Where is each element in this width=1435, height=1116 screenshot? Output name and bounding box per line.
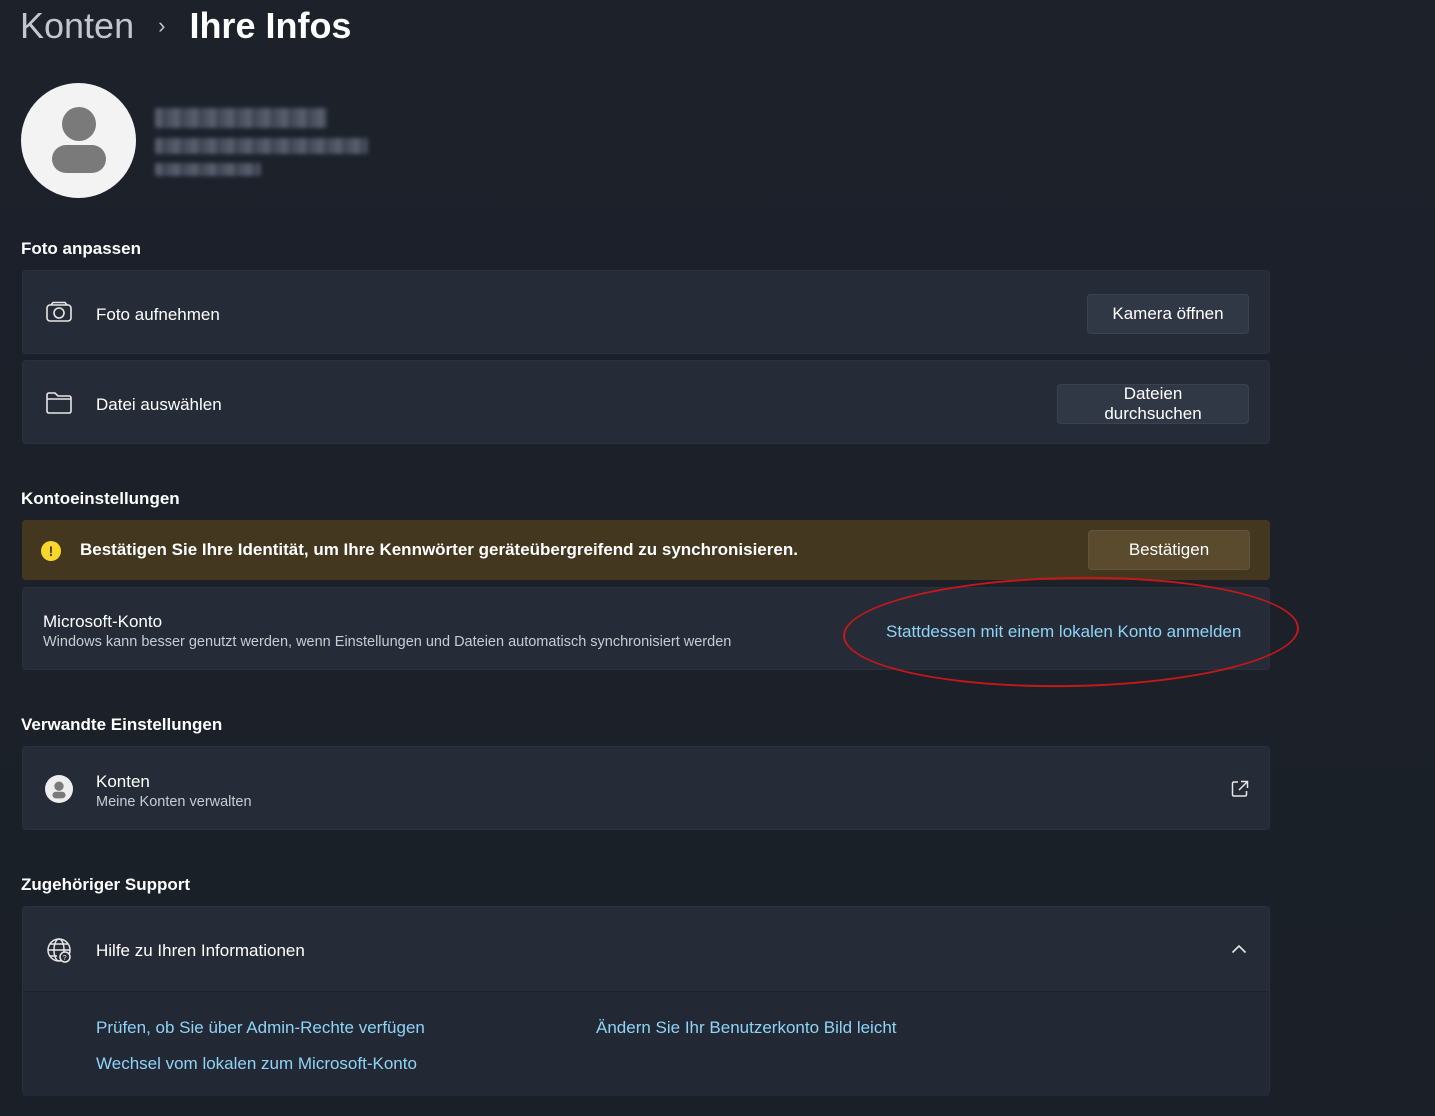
support-link-admin-rights[interactable]: Prüfen, ob Sie über Admin-Rechte verfüge…: [96, 1018, 425, 1038]
camera-icon: [45, 299, 73, 327]
blurred-user-role: [155, 163, 261, 176]
user-avatar-icon: [45, 775, 73, 803]
microsoft-account-card: Microsoft-Konto Windows kann besser genu…: [22, 587, 1270, 670]
support-link-switch-to-microsoft[interactable]: Wechsel vom lokalen zum Microsoft-Konto: [96, 1054, 417, 1074]
section-title-account-settings: Kontoeinstellungen: [21, 489, 180, 508]
blurred-user-email: [155, 138, 368, 154]
browse-files-button[interactable]: Dateien durchsuchen: [1057, 384, 1249, 424]
choose-file-label: Datei auswählen: [96, 395, 222, 414]
folder-icon: [45, 389, 73, 417]
support-expander: ? Hilfe zu Ihren Informationen Prüfen, o…: [22, 906, 1270, 1096]
help-title[interactable]: Hilfe zu Ihren Informationen: [96, 941, 305, 961]
support-link-change-picture[interactable]: Ändern Sie Ihr Benutzerkonto Bild leicht: [596, 1018, 897, 1038]
breadcrumb-separator-icon: ›: [158, 13, 166, 38]
local-account-signin-link[interactable]: Stattdessen mit einem lokalen Konto anme…: [886, 622, 1241, 642]
section-title-related-settings: Verwandte Einstellungen: [21, 715, 223, 734]
person-icon-body: [52, 145, 106, 173]
microsoft-account-title: Microsoft-Konto: [43, 612, 163, 631]
warning-text: Bestätigen Sie Ihre Identität, um Ihre K…: [80, 540, 798, 559]
warning-icon: !: [41, 541, 61, 561]
globe-help-icon: ?: [45, 936, 73, 964]
accounts-card[interactable]: Konten Meine Konten verwalten: [22, 746, 1270, 830]
open-external-icon: [1231, 780, 1249, 803]
svg-text:?: ?: [63, 955, 67, 962]
section-title-support: Zugehöriger Support: [21, 875, 191, 894]
settings-page: Konten › Ihre Infos Foto anpassen Foto a…: [0, 0, 1435, 1116]
breadcrumb-konten[interactable]: Konten: [20, 5, 134, 47]
open-camera-button[interactable]: Kamera öffnen: [1087, 294, 1249, 334]
take-photo-card: Foto aufnehmen Kamera öffnen: [22, 270, 1270, 354]
accounts-title: Konten: [96, 772, 150, 791]
section-title-photo: Foto anpassen: [21, 239, 141, 258]
support-links-area: Prüfen, ob Sie über Admin-Rechte verfüge…: [23, 992, 1269, 1096]
confirm-identity-button[interactable]: Bestätigen: [1088, 530, 1250, 570]
avatar: [21, 83, 136, 198]
microsoft-account-description: Windows kann besser genutzt werden, wenn…: [43, 634, 732, 650]
person-icon: [62, 107, 96, 141]
blurred-user-name: [155, 108, 327, 128]
take-photo-label: Foto aufnehmen: [96, 305, 220, 324]
choose-file-card: Datei auswählen Dateien durchsuchen: [22, 360, 1270, 444]
breadcrumb: Konten › Ihre Infos: [20, 2, 351, 50]
page-title: Ihre Infos: [189, 5, 352, 46]
chevron-up-icon[interactable]: [1231, 941, 1247, 959]
identity-warning-banner: ! Bestätigen Sie Ihre Identität, um Ihre…: [22, 520, 1270, 580]
accounts-description: Meine Konten verwalten: [96, 794, 252, 810]
